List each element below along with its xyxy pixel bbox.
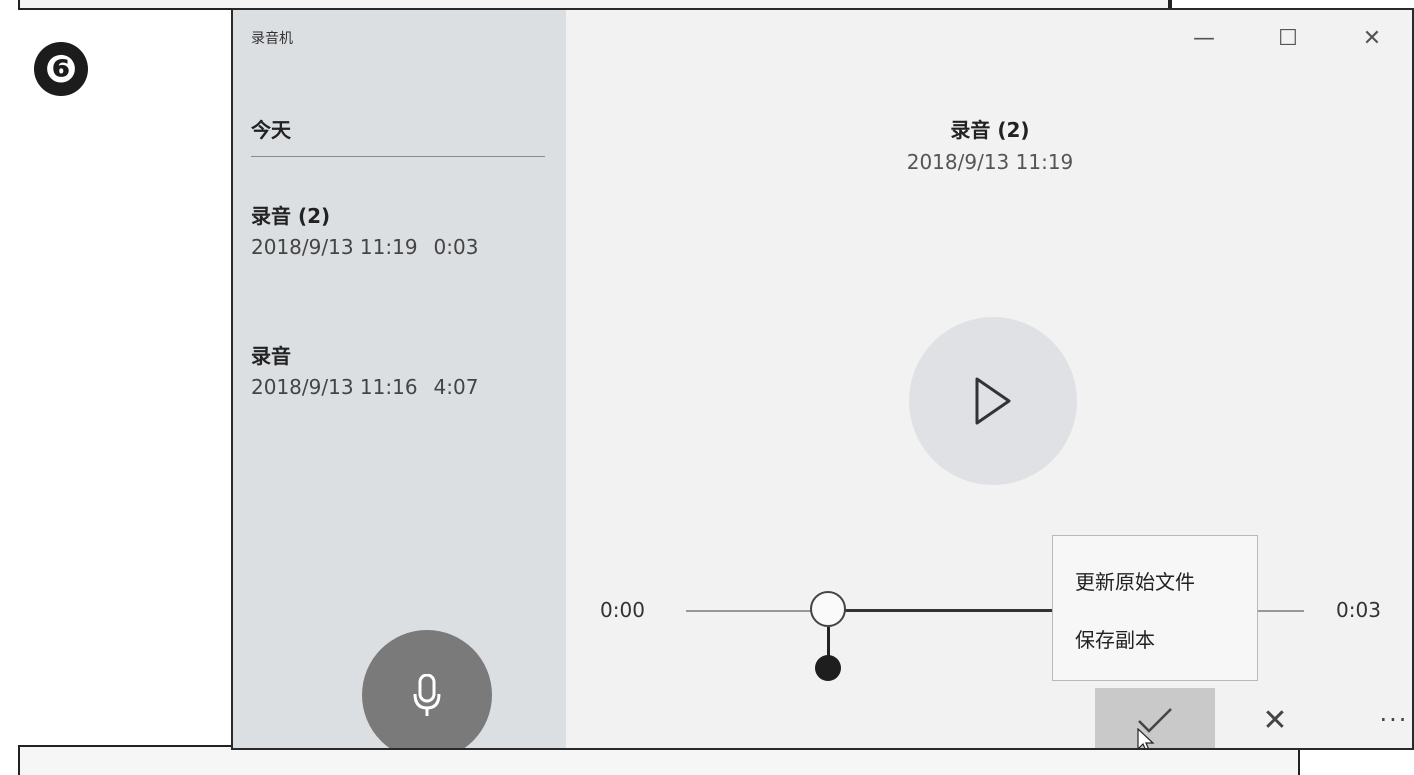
recording-name: 录音	[251, 344, 291, 368]
menu-item-save-copy[interactable]: 保存副本	[1075, 624, 1155, 653]
play-icon	[975, 377, 1011, 425]
timeline-thumb[interactable]	[810, 591, 846, 627]
minimize-button[interactable]: —	[1162, 18, 1246, 58]
window-controls: — ☐ ✕	[1162, 18, 1412, 58]
voice-recorder-window: 录音机 今天 录音 (2) 2018/9/13 11:19 0:03 录音 20…	[231, 8, 1414, 750]
trim-start-handle[interactable]	[815, 655, 841, 681]
playback-pane: — ☐ ✕ 录音 (2) 2018/9/13 11:19 0:00 0:03 更…	[566, 10, 1412, 748]
close-icon: ✕	[1262, 702, 1288, 738]
sidebar: 录音机 今天 录音 (2) 2018/9/13 11:19 0:03 录音 20…	[233, 10, 566, 748]
more-options-button[interactable]: ···	[1335, 688, 1412, 748]
recording-duration: 0:03	[433, 235, 479, 259]
microphone-icon	[413, 674, 441, 716]
recording-list-item[interactable]: 录音 2018/9/13 11:16 4:07	[251, 340, 551, 399]
maximize-button[interactable]: ☐	[1246, 18, 1330, 58]
now-playing-title: 录音 (2)	[950, 118, 1030, 142]
cancel-trim-button[interactable]: ✕	[1215, 688, 1335, 748]
recording-name: 录音 (2)	[251, 204, 331, 228]
trim-range	[826, 609, 1056, 612]
menu-item-update-original[interactable]: 更新原始文件	[1075, 566, 1195, 595]
app-title: 录音机	[251, 31, 293, 47]
recording-date: 2018/9/13 11:16	[251, 375, 418, 399]
play-button[interactable]	[909, 317, 1077, 485]
trim-command-bar: ✕ ···	[1095, 688, 1412, 748]
recording-date: 2018/9/13 11:19	[251, 235, 418, 259]
now-playing-date: 2018/9/13 11:19	[906, 150, 1074, 174]
step-number-badge: ❻	[34, 42, 88, 96]
elapsed-time: 0:00	[600, 598, 645, 622]
recording-list-item[interactable]: 录音 (2) 2018/9/13 11:19 0:03	[251, 200, 551, 259]
close-button[interactable]: ✕	[1330, 18, 1412, 58]
trim-marker-stem	[827, 627, 830, 657]
total-time: 0:03	[1336, 598, 1381, 622]
confirm-trim-button[interactable]	[1095, 688, 1215, 748]
section-header-today: 今天	[251, 118, 291, 142]
recording-duration: 4:07	[433, 375, 479, 399]
mouse-cursor-icon	[1137, 728, 1155, 748]
save-options-menu: 更新原始文件 保存副本	[1052, 535, 1258, 681]
record-button[interactable]	[362, 630, 492, 748]
section-divider	[251, 156, 545, 157]
more-icon: ···	[1379, 706, 1409, 734]
